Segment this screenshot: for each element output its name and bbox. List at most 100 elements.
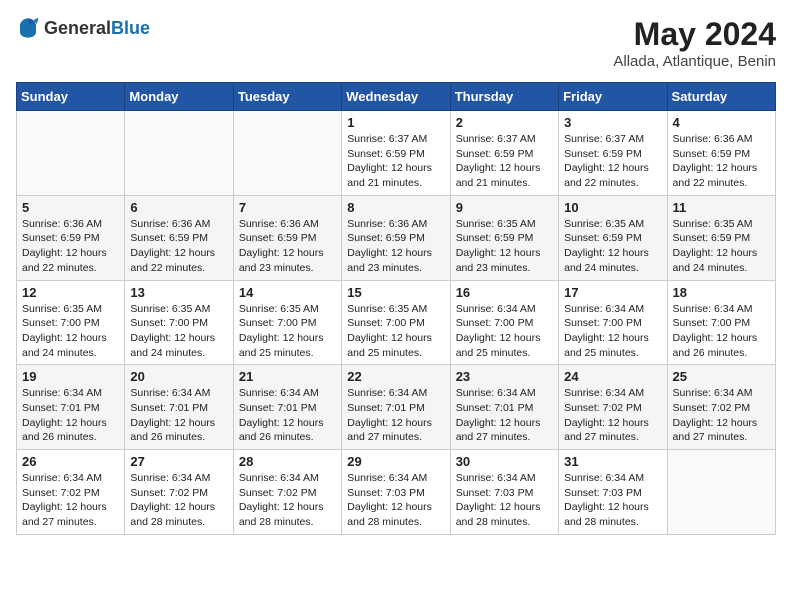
calendar-cell: 12 Sunrise: 6:35 AM Sunset: 7:00 PM Dayli… (17, 280, 125, 365)
day-info: Sunrise: 6:34 AM Sunset: 7:01 PM Dayligh… (347, 386, 444, 445)
calendar-header-row: SundayMondayTuesdayWednesdayThursdayFrid… (17, 83, 776, 111)
day-info: Sunrise: 6:34 AM Sunset: 7:02 PM Dayligh… (130, 471, 227, 530)
page-header: GeneralBlue May 2024 Allada, Atlantique,… (16, 16, 776, 70)
day-number: 19 (22, 369, 119, 384)
day-info: Sunrise: 6:35 AM Sunset: 7:00 PM Dayligh… (347, 302, 444, 361)
day-info: Sunrise: 6:36 AM Sunset: 6:59 PM Dayligh… (239, 217, 336, 276)
calendar-cell: 7 Sunrise: 6:36 AM Sunset: 6:59 PM Daylig… (233, 195, 341, 280)
day-info: Sunrise: 6:35 AM Sunset: 6:59 PM Dayligh… (456, 217, 553, 276)
day-of-week-header: Tuesday (233, 83, 341, 111)
day-info: Sunrise: 6:34 AM Sunset: 7:02 PM Dayligh… (673, 386, 770, 445)
calendar-cell: 20 Sunrise: 6:34 AM Sunset: 7:01 PM Dayli… (125, 365, 233, 450)
calendar-cell: 3Sunrise: 6:37 AM Sunset: 6:59 PM Daylig… (559, 111, 667, 196)
day-number: 7 (239, 200, 336, 215)
day-number: 29 (347, 454, 444, 469)
calendar-cell: 26Sunrise: 6:34 AM Sunset: 7:02 PM Dayli… (17, 450, 125, 535)
day-info: Sunrise: 6:37 AM Sunset: 6:59 PM Dayligh… (456, 132, 553, 191)
day-info: Sunrise: 6:34 AM Sunset: 7:00 PM Dayligh… (673, 302, 770, 361)
day-info: Sunrise: 6:35 AM Sunset: 7:00 PM Dayligh… (239, 302, 336, 361)
day-number: 28 (239, 454, 336, 469)
day-number: 4 (673, 115, 770, 130)
calendar-cell: 29 Sunrise: 6:34 AM Sunset: 7:03 PM Dayli… (342, 450, 450, 535)
day-info: Sunrise: 6:35 AM Sunset: 7:00 PM Dayligh… (130, 302, 227, 361)
day-info: Sunrise: 6:36 AM Sunset: 6:59 PM Dayligh… (130, 217, 227, 276)
day-number: 2 (456, 115, 553, 130)
calendar-cell: 14 Sunrise: 6:35 AM Sunset: 7:00 PM Dayli… (233, 280, 341, 365)
calendar-cell: 31Sunrise: 6:34 AM Sunset: 7:03 PM Dayli… (559, 450, 667, 535)
calendar-cell: 15 Sunrise: 6:35 AM Sunset: 7:00 PM Dayli… (342, 280, 450, 365)
day-info: Sunrise: 6:35 AM Sunset: 7:00 PM Dayligh… (22, 302, 119, 361)
day-number: 21 (239, 369, 336, 384)
day-number: 27 (130, 454, 227, 469)
calendar-cell: 9 Sunrise: 6:35 AM Sunset: 6:59 PM Daylig… (450, 195, 558, 280)
calendar-cell: 2 Sunrise: 6:37 AM Sunset: 6:59 PM Daylig… (450, 111, 558, 196)
day-number: 22 (347, 369, 444, 384)
calendar-cell (17, 111, 125, 196)
day-number: 15 (347, 285, 444, 300)
day-of-week-header: Friday (559, 83, 667, 111)
calendar-cell: 30 Sunrise: 6:34 AM Sunset: 7:03 PM Dayli… (450, 450, 558, 535)
day-number: 23 (456, 369, 553, 384)
day-of-week-header: Sunday (17, 83, 125, 111)
day-number: 3 (564, 115, 661, 130)
day-info: Sunrise: 6:37 AM Sunset: 6:59 PM Dayligh… (347, 132, 444, 191)
day-number: 5 (22, 200, 119, 215)
day-info: Sunrise: 6:36 AM Sunset: 6:59 PM Dayligh… (347, 217, 444, 276)
day-info: Sunrise: 6:34 AM Sunset: 7:03 PM Dayligh… (347, 471, 444, 530)
calendar-cell: 21 Sunrise: 6:34 AM Sunset: 7:01 PM Dayli… (233, 365, 341, 450)
day-number: 24 (564, 369, 661, 384)
calendar-week-row: 5 Sunrise: 6:36 AM Sunset: 6:59 PM Daylig… (17, 195, 776, 280)
day-number: 1 (347, 115, 444, 130)
calendar-cell: 28 Sunrise: 6:34 AM Sunset: 7:02 PM Dayli… (233, 450, 341, 535)
day-number: 13 (130, 285, 227, 300)
day-number: 11 (673, 200, 770, 215)
day-number: 10 (564, 200, 661, 215)
day-number: 25 (673, 369, 770, 384)
calendar-cell: 1 Sunrise: 6:37 AM Sunset: 6:59 PM Daylig… (342, 111, 450, 196)
day-info: Sunrise: 6:36 AM Sunset: 6:59 PM Dayligh… (22, 217, 119, 276)
day-info: Sunrise: 6:35 AM Sunset: 6:59 PM Dayligh… (564, 217, 661, 276)
title-block: May 2024 Allada, Atlantique, Benin (613, 16, 776, 70)
calendar-cell (233, 111, 341, 196)
day-info: Sunrise: 6:34 AM Sunset: 7:03 PM Dayligh… (456, 471, 553, 530)
day-number: 8 (347, 200, 444, 215)
day-info: Sunrise: 6:34 AM Sunset: 7:01 PM Dayligh… (22, 386, 119, 445)
day-info: Sunrise: 6:34 AM Sunset: 7:02 PM Dayligh… (239, 471, 336, 530)
day-info: Sunrise: 6:34 AM Sunset: 7:01 PM Dayligh… (456, 386, 553, 445)
day-number: 30 (456, 454, 553, 469)
day-info: Sunrise: 6:34 AM Sunset: 7:01 PM Dayligh… (130, 386, 227, 445)
calendar-week-row: 26Sunrise: 6:34 AM Sunset: 7:02 PM Dayli… (17, 450, 776, 535)
calendar-cell (667, 450, 775, 535)
day-info: Sunrise: 6:34 AM Sunset: 7:02 PM Dayligh… (22, 471, 119, 530)
calendar-cell: 16Sunrise: 6:34 AM Sunset: 7:00 PM Dayli… (450, 280, 558, 365)
day-number: 14 (239, 285, 336, 300)
logo-icon (16, 16, 40, 40)
calendar-title: May 2024 (613, 16, 776, 53)
calendar-week-row: 19 Sunrise: 6:34 AM Sunset: 7:01 PM Dayli… (17, 365, 776, 450)
day-info: Sunrise: 6:34 AM Sunset: 7:00 PM Dayligh… (564, 302, 661, 361)
logo-blue: Blue (111, 18, 150, 38)
calendar-cell: 11Sunrise: 6:35 AM Sunset: 6:59 PM Dayli… (667, 195, 775, 280)
day-info: Sunrise: 6:34 AM Sunset: 7:01 PM Dayligh… (239, 386, 336, 445)
day-number: 18 (673, 285, 770, 300)
day-number: 20 (130, 369, 227, 384)
day-info: Sunrise: 6:36 AM Sunset: 6:59 PM Dayligh… (673, 132, 770, 191)
calendar-cell: 13 Sunrise: 6:35 AM Sunset: 7:00 PM Dayli… (125, 280, 233, 365)
calendar-cell: 6Sunrise: 6:36 AM Sunset: 6:59 PM Daylig… (125, 195, 233, 280)
logo-general: General (44, 18, 111, 38)
calendar-cell (125, 111, 233, 196)
calendar-week-row: 12 Sunrise: 6:35 AM Sunset: 7:00 PM Dayli… (17, 280, 776, 365)
day-of-week-header: Saturday (667, 83, 775, 111)
logo: GeneralBlue (16, 16, 150, 40)
day-of-week-header: Monday (125, 83, 233, 111)
day-number: 12 (22, 285, 119, 300)
day-of-week-header: Thursday (450, 83, 558, 111)
calendar-cell: 24Sunrise: 6:34 AM Sunset: 7:02 PM Dayli… (559, 365, 667, 450)
calendar-cell: 23 Sunrise: 6:34 AM Sunset: 7:01 PM Dayli… (450, 365, 558, 450)
calendar-table: SundayMondayTuesdayWednesdayThursdayFrid… (16, 82, 776, 535)
calendar-cell: 19 Sunrise: 6:34 AM Sunset: 7:01 PM Dayli… (17, 365, 125, 450)
calendar-location: Allada, Atlantique, Benin (613, 53, 776, 70)
day-number: 9 (456, 200, 553, 215)
day-of-week-header: Wednesday (342, 83, 450, 111)
calendar-cell: 18 Sunrise: 6:34 AM Sunset: 7:00 PM Dayli… (667, 280, 775, 365)
